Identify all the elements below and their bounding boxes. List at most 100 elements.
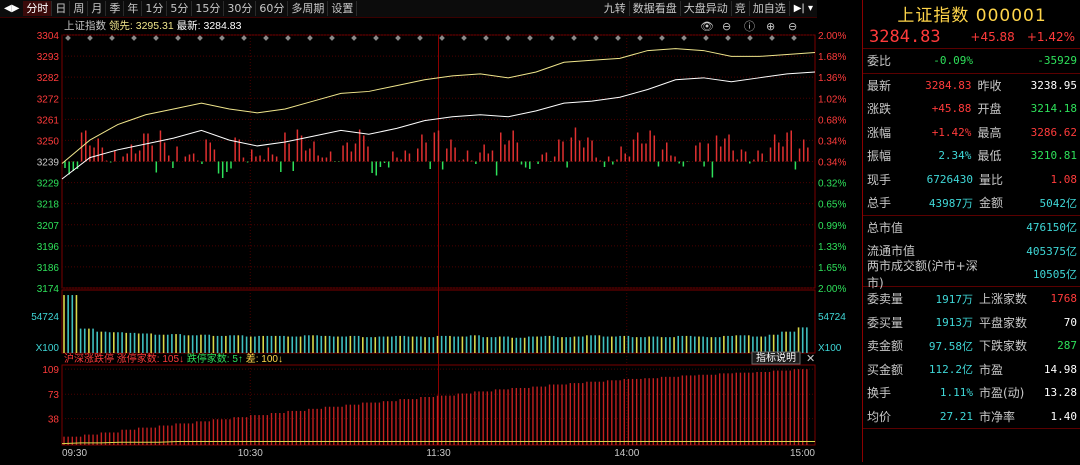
event-marker-18	[461, 35, 467, 41]
quote-label-2: 涨幅	[867, 125, 892, 140]
tab-11[interactable]: 多周期	[288, 1, 329, 16]
event-marker-12	[329, 35, 335, 41]
intraday-chart[interactable]: 上证指数 领先: 3295.31 最新: 3284.83 👁 ⊖ ⓘ ⊕ ⊖ 3304 2.0…	[0, 17, 862, 462]
quote-value-1: +45.88	[931, 102, 972, 116]
event-marker-1	[87, 35, 93, 41]
book-value-3: 112.2亿	[928, 363, 973, 377]
time-label-1: 10:30	[238, 448, 263, 459]
book-value2-4: 13.28	[1043, 386, 1077, 400]
price-label-7: 3229	[37, 179, 60, 190]
toolbar-right-1[interactable]: 数据看盘	[630, 1, 681, 16]
price-label-3: 3272	[37, 94, 60, 105]
toolbar-right-0[interactable]: 九转	[601, 1, 630, 16]
time-label-3: 14:00	[614, 448, 639, 459]
book-value-5: 27.21	[939, 409, 973, 423]
volume-axis-right: 54724	[818, 312, 846, 323]
pct-label-9: 0.99%	[818, 221, 846, 232]
pct-label-10: 1.33%	[818, 242, 846, 253]
book-row-4: 换手 1.11% 市盈(动) 13.28	[863, 381, 1080, 405]
price-label-2: 3282	[37, 73, 60, 84]
quote-row-3: 振幅 2.34% 最低 3210.81	[863, 144, 1080, 168]
quote-value-0: 3284.83	[925, 78, 972, 92]
ratio-row-0: 委比 -0.09% -35929	[863, 49, 1080, 73]
tab-9[interactable]: 30分	[224, 1, 257, 16]
ratio-value2-0: -35929	[1037, 54, 1077, 68]
quote-row-2: 涨幅 +1.42% 最高 3286.62	[863, 121, 1080, 145]
event-marker-8	[241, 35, 247, 41]
quote-label2-0: 昨收	[977, 78, 1002, 93]
book-value2-3: 14.98	[1043, 362, 1077, 376]
indicator-close-icon[interactable]: ✕	[806, 352, 815, 365]
event-marker-5	[175, 35, 181, 41]
book-value2-2: 287	[1057, 339, 1077, 353]
pct-label-6: 0.34%	[818, 158, 846, 169]
pct-label-5: 0.34%	[818, 136, 846, 147]
tab-0[interactable]: 分时	[23, 1, 53, 16]
tab-1[interactable]: 日	[52, 1, 71, 16]
ratio-label-0: 委比	[867, 54, 892, 69]
chart-tool-icon-3[interactable]: ⊕	[766, 20, 775, 33]
chart-header: 上证指数 领先: 3295.31 最新: 3284.83	[64, 19, 242, 32]
price-label-1: 3293	[37, 52, 60, 63]
event-marker-21	[527, 35, 533, 41]
volume-axis-left: 54724	[31, 312, 59, 323]
tab-8[interactable]: 15分	[192, 1, 225, 16]
tab-10[interactable]: 60分	[256, 1, 289, 16]
book-value2-5: 1.40	[1050, 409, 1078, 423]
book-value2-1: 70	[1063, 315, 1077, 329]
more-menu-icon[interactable]: ▶| ▾	[790, 3, 817, 14]
quote-label-5: 总手	[867, 196, 892, 211]
chart-tool-icon-0[interactable]: 👁	[700, 20, 714, 33]
quote-rows: 委比 -0.09% -35929 最新 3284.83 昨收 3238.95 涨跌 +45.88…	[863, 49, 1080, 429]
tab-7[interactable]: 5分	[167, 1, 193, 16]
book-separator	[863, 428, 1080, 429]
event-marker-33	[791, 35, 797, 41]
index-title: 上证指数 000001	[897, 5, 1047, 26]
pct-label-1: 1.68%	[818, 52, 846, 63]
time-label-2: 11:30	[426, 448, 451, 459]
quote-value2-0: 3238.95	[1030, 78, 1077, 92]
tab-5[interactable]: 年	[124, 1, 143, 16]
quote-label2-4: 量比	[979, 172, 1004, 187]
quote-value-5: 43987万	[928, 196, 973, 210]
book-label-0: 委卖量	[867, 292, 904, 307]
book-value-4: 1.11%	[939, 386, 973, 400]
volume-unit-left: X100	[36, 343, 60, 354]
tab-2[interactable]: 周	[70, 1, 89, 16]
quote-row-1: 涨跌 +45.88 开盘 3214.18	[863, 97, 1080, 121]
tab-6[interactable]: 1分	[142, 1, 168, 16]
event-marker-0	[65, 35, 71, 41]
book-label2-3: 市盈	[979, 362, 1004, 377]
event-marker-30	[725, 35, 731, 41]
mkt-row-2: 两市成交额(沪市+深市) 10505亿	[863, 259, 1080, 290]
event-marker-24	[593, 35, 599, 41]
chart-tool-icon-1[interactable]: ⊖	[722, 20, 731, 33]
chart-tool-icon-2[interactable]: ⓘ	[744, 20, 755, 33]
indicator-info-button[interactable]: 指标说明	[756, 351, 796, 364]
book-row-3: 买金额 112.2亿 市盈 14.98	[863, 358, 1080, 382]
event-marker-26	[637, 35, 643, 41]
quote-value2-1: 3214.18	[1030, 102, 1077, 116]
indicator-header: 沪深涨跌停 涨停家数: 105↓ 跌停家数: 5↑ 差: 100↓	[64, 352, 283, 365]
tab-4[interactable]: 季	[106, 1, 125, 16]
book-label-1: 委买量	[867, 315, 904, 330]
toolbar-right-2[interactable]: 大盘异动	[681, 1, 732, 16]
event-marker-6	[197, 35, 203, 41]
chart-tool-icon-4[interactable]: ⊖	[788, 20, 797, 33]
pct-label-7: 0.32%	[818, 179, 846, 190]
toolbar-right-4[interactable]: 加自选	[750, 1, 790, 16]
price-label-6: 3239	[37, 158, 60, 169]
toolbar-right-3[interactable]: 竞	[732, 1, 750, 16]
indicator-axis-1: 73	[48, 390, 60, 401]
book-label-3: 买金额	[867, 362, 904, 377]
pct-label-2: 1.36%	[818, 73, 846, 84]
price-label-8: 3218	[37, 200, 60, 211]
event-marker-29	[703, 35, 709, 41]
quote-label2-3: 最低	[977, 149, 1002, 164]
tab-3[interactable]: 月	[88, 1, 107, 16]
event-marker-15	[395, 35, 401, 41]
indicator-axis-2: 38	[48, 415, 60, 426]
book-row-5: 均价 27.21 市净率 1.40	[863, 405, 1080, 429]
nav-left-icon[interactable]: ◀▶	[0, 3, 23, 14]
tab-12[interactable]: 设置	[328, 1, 358, 16]
